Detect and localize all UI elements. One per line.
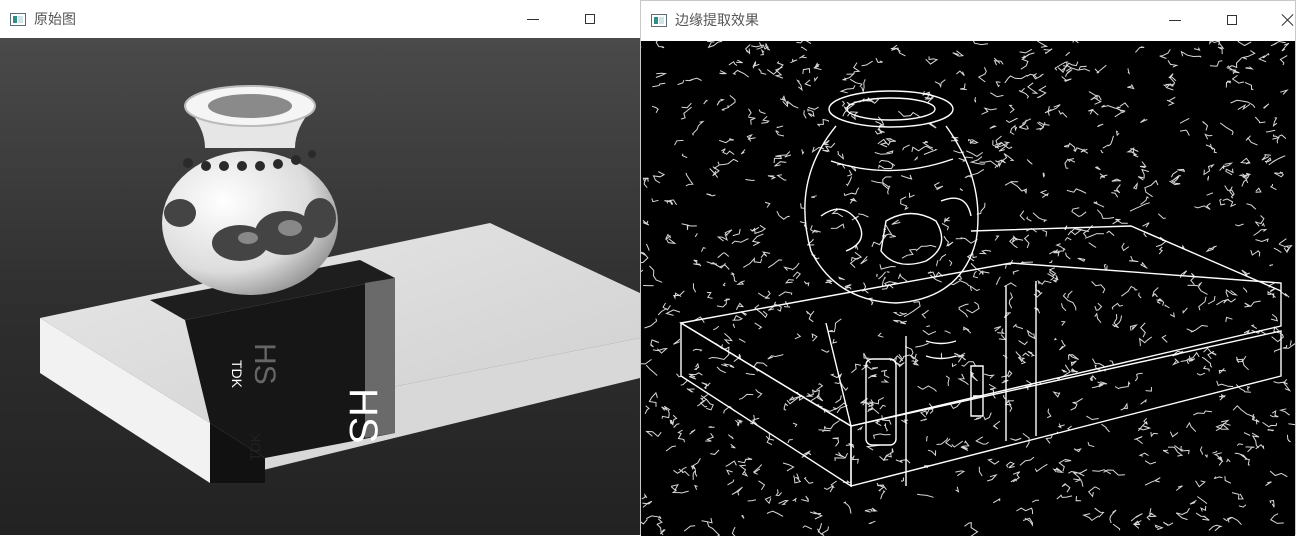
band-text-side: HS [341,388,385,444]
minimize-icon [527,19,539,20]
edge-detection-window: 边缘提取效果 [640,0,1296,535]
band-text: HS [248,343,281,385]
edge-image [641,41,1295,536]
minimize-icon [1169,20,1181,21]
maximize-button[interactable] [1217,5,1247,35]
maximize-icon [1227,15,1237,25]
original-window-title: 原始图 [34,9,76,29]
edge-image-area [641,41,1295,536]
minimize-button[interactable] [518,4,548,34]
edge-noise-stroke [877,274,878,277]
box-label-top: TDK [229,360,245,389]
edges-window-title: 边缘提取效果 [675,10,759,30]
original-image: HS HS TDK TDK [0,38,640,535]
app-icon [651,14,667,27]
close-button[interactable] [1273,5,1296,35]
original-window-titlebar[interactable]: 原始图 [0,0,640,38]
close-icon [1282,14,1294,26]
app-icon [10,13,26,26]
maximize-icon [585,14,595,24]
maximize-button[interactable] [575,4,605,34]
box-label-bottom: TDK [247,432,263,461]
minimize-button[interactable] [1160,5,1190,35]
original-image-area: HS HS TDK TDK [0,38,640,535]
original-image-window: 原始图 [0,0,640,535]
edges-window-titlebar[interactable]: 边缘提取效果 [641,1,1295,39]
edge-noise-stroke [941,354,942,358]
